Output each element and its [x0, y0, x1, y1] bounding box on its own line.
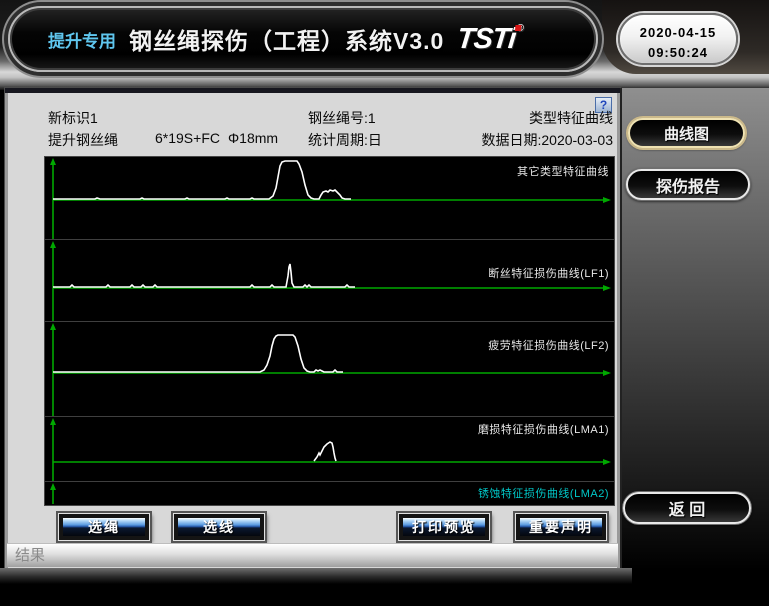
sidebar: 曲线图 探伤报告 返 回 — [620, 88, 769, 570]
select-line-button[interactable]: 选线 — [173, 513, 265, 541]
chart-strip-broken-wire: 断丝特征损伤曲线(LF1) — [45, 240, 614, 322]
rope-name-label: 提升钢丝绳 — [48, 130, 118, 150]
important-notice-button[interactable]: 重要声明 — [515, 513, 607, 541]
strip-label-fatigue: 疲劳特征损伤曲线(LF2) — [488, 337, 609, 353]
print-preview-button[interactable]: 打印预览 — [398, 513, 490, 541]
logo-red-dot — [515, 25, 522, 31]
tsti-logo: TSTi® — [456, 23, 525, 56]
main-panel: ? 新标识1 钢丝绳号:1 类型特征曲线 提升钢丝绳 6*19S+FC Φ18m… — [5, 88, 620, 568]
back-label: 返 回 — [669, 496, 705, 520]
chart-area: 其它类型特征曲线断丝特征损伤曲线(LF1) 疲劳特征损伤曲线(LF2) 磨损特征损伤… — [45, 157, 614, 505]
chart-strip-fatigue: 疲劳特征损伤曲线(LF2) — [45, 322, 614, 417]
rope-spec-label: 6*19S+FC — [155, 130, 220, 146]
chart-strip-wear: 磨损特征损伤曲线(LMA1) — [45, 417, 614, 482]
print-preview-label: 打印预览 — [403, 518, 485, 536]
strip-label-broken-wire: 断丝特征损伤曲线(LF1) — [488, 265, 609, 281]
rope-diameter-label: Φ18mm — [228, 130, 278, 146]
data-date-label: 数据日期:2020-03-03 — [481, 130, 613, 150]
mode-badge: 提升专用 — [48, 27, 116, 52]
chart-strip-other-type: 其它类型特征曲线 — [45, 157, 614, 240]
strip-label-corrosion: 锈蚀特征损伤曲线(LMA2) — [478, 485, 609, 501]
strip-label-wear: 磨损特征损伤曲线(LMA1) — [478, 421, 609, 437]
select-line-label: 选线 — [178, 518, 260, 536]
app-window: 提升专用 钢丝绳探伤（工程）系统V3.0 TSTi® 2020-04-15 09… — [0, 0, 769, 606]
chart-strip-corrosion: 锈蚀特征损伤曲线(LMA2) — [45, 482, 614, 505]
select-rope-label: 选绳 — [63, 518, 145, 536]
info-header-row2: 提升钢丝绳 6*19S+FC Φ18mm 统计周期:日 数据日期:2020-03… — [5, 130, 618, 148]
bottom-frame — [0, 568, 632, 584]
rope-id-label: 新标识1 — [48, 108, 98, 128]
curve-chart-button[interactable]: 曲线图 — [628, 118, 745, 148]
result-label: 结果 — [15, 547, 45, 564]
important-notice-label: 重要声明 — [520, 518, 602, 536]
date-text: 2020-04-15 — [620, 23, 736, 43]
datetime-display: 2020-04-15 09:50:24 — [618, 13, 738, 65]
stat-period-label: 统计周期:日 — [308, 130, 382, 150]
title-capsule: 提升专用 钢丝绳探伤（工程）系统V3.0 TSTi® — [8, 6, 598, 72]
curve-type-label: 类型特征曲线 — [529, 108, 613, 128]
select-rope-button[interactable]: 选绳 — [58, 513, 150, 541]
rope-number-label: 钢丝绳号:1 — [308, 108, 376, 128]
title-bar: 提升专用 钢丝绳探伤（工程）系统V3.0 TSTi® 2020-04-15 09… — [0, 0, 769, 90]
info-header-row1: 新标识1 钢丝绳号:1 类型特征曲线 — [5, 108, 618, 126]
strip-label-other-type: 其它类型特征曲线 — [517, 163, 609, 179]
result-bar: 结果 — [7, 543, 618, 567]
inspection-report-label: 探伤报告 — [656, 173, 720, 197]
tsti-logo-text: TSTi — [456, 23, 518, 55]
time-text: 09:50:24 — [620, 43, 736, 63]
curve-chart-label: 曲线图 — [664, 123, 709, 144]
back-button[interactable]: 返 回 — [623, 492, 751, 524]
app-title: 钢丝绳探伤（工程）系统V3.0 — [129, 22, 444, 56]
inspection-report-button[interactable]: 探伤报告 — [626, 169, 750, 200]
